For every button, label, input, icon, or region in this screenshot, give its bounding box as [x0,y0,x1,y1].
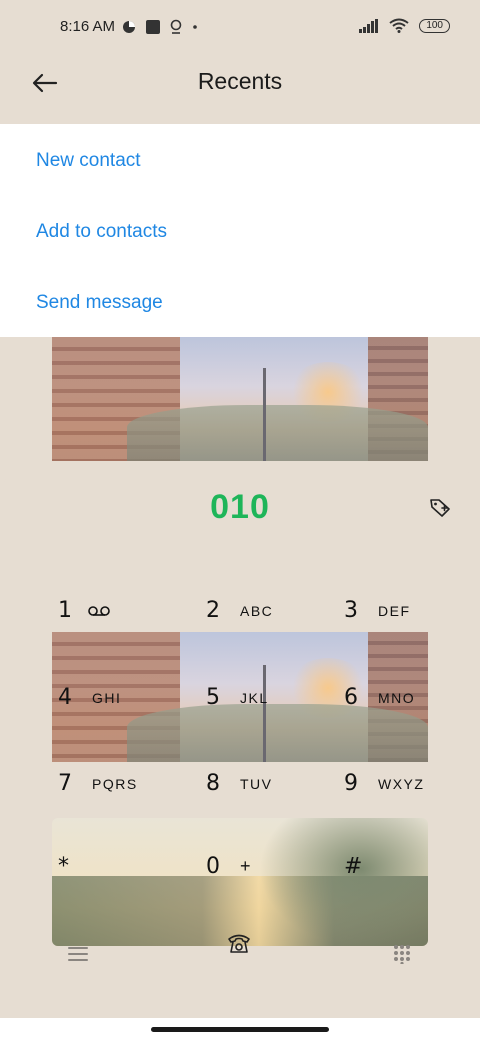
menu-item-new-contact[interactable]: New contact [36,150,141,172]
key-digit: 8 [206,771,220,796]
call-button[interactable] [226,930,252,961]
notification-icons [122,19,198,34]
key-letters: ABC [240,602,274,619]
keypad-toggle-button[interactable] [393,944,411,969]
key-letters: JKL [240,689,269,706]
menu-item-add-to-contacts[interactable]: Add to contacts [36,221,167,243]
key-letters: GHI [92,689,122,706]
signal-icon [359,18,379,33]
add-tag-button[interactable] [428,496,452,518]
pie-icon [123,20,135,33]
key-digit: 1 [58,598,72,623]
key-digit: 5 [206,685,220,710]
key-letters: WXYZ [378,775,425,792]
key-digit: 9 [344,771,358,796]
key-6[interactable]: 6 MNO [344,685,415,710]
keypad-wallpaper-image-2 [52,818,428,946]
key-digit: 7 [58,771,72,796]
popup-menu: New contact Add to contacts Send message [0,124,480,337]
key-digit: 2 [206,598,220,623]
status-bar: 8:16 AM 100 [0,0,480,56]
menu-lines-icon [68,947,88,961]
key-hash[interactable]: # [344,854,366,879]
key-2[interactable]: 2 ABC [206,598,273,623]
key-digit: 3 [344,598,358,623]
battery-indicator: 100 [419,18,450,33]
key-star[interactable]: * [58,854,80,879]
key-7[interactable]: 7 PQRS [58,771,138,796]
key-5[interactable]: 5 JKL [206,685,269,710]
wallpaper-image [52,337,428,461]
key-4[interactable]: 4 GHI [58,685,121,710]
voicemail-icon [88,605,110,616]
key-digit: 4 [58,685,72,710]
menu-button[interactable] [68,946,88,967]
key-digit: * [58,854,69,879]
key-letters: PQRS [92,775,138,792]
menu-item-send-message[interactable]: Send message [36,292,163,314]
key-8[interactable]: 8 TUV [206,771,273,796]
key-letters: MNO [378,689,416,706]
keypad-grid-icon [394,945,410,966]
key-1[interactable]: 1 [58,598,110,623]
location-icon [170,19,182,34]
key-3[interactable]: 3 DEF [344,598,411,623]
key-letters: + [240,856,253,876]
key-0[interactable]: 0 + [206,854,252,879]
tag-plus-icon [430,499,450,517]
dot-icon [193,24,197,29]
square-app-icon [146,19,160,34]
dialed-number: 010 [210,488,270,526]
key-digit: # [344,854,363,879]
key-letters: TUV [240,775,273,792]
header: Recents [0,56,480,124]
page-title: Recents [197,68,283,94]
phone-call-icon [228,934,250,953]
status-time: 8:16 AM [60,18,116,35]
key-digit: 6 [344,685,358,710]
key-digit: 0 [206,854,220,879]
system-icons: 100 [359,18,450,33]
key-9[interactable]: 9 WXYZ [344,771,424,796]
key-letters: DEF [378,602,411,619]
home-gesture-handle[interactable] [151,1027,329,1032]
wifi-icon [389,18,409,33]
